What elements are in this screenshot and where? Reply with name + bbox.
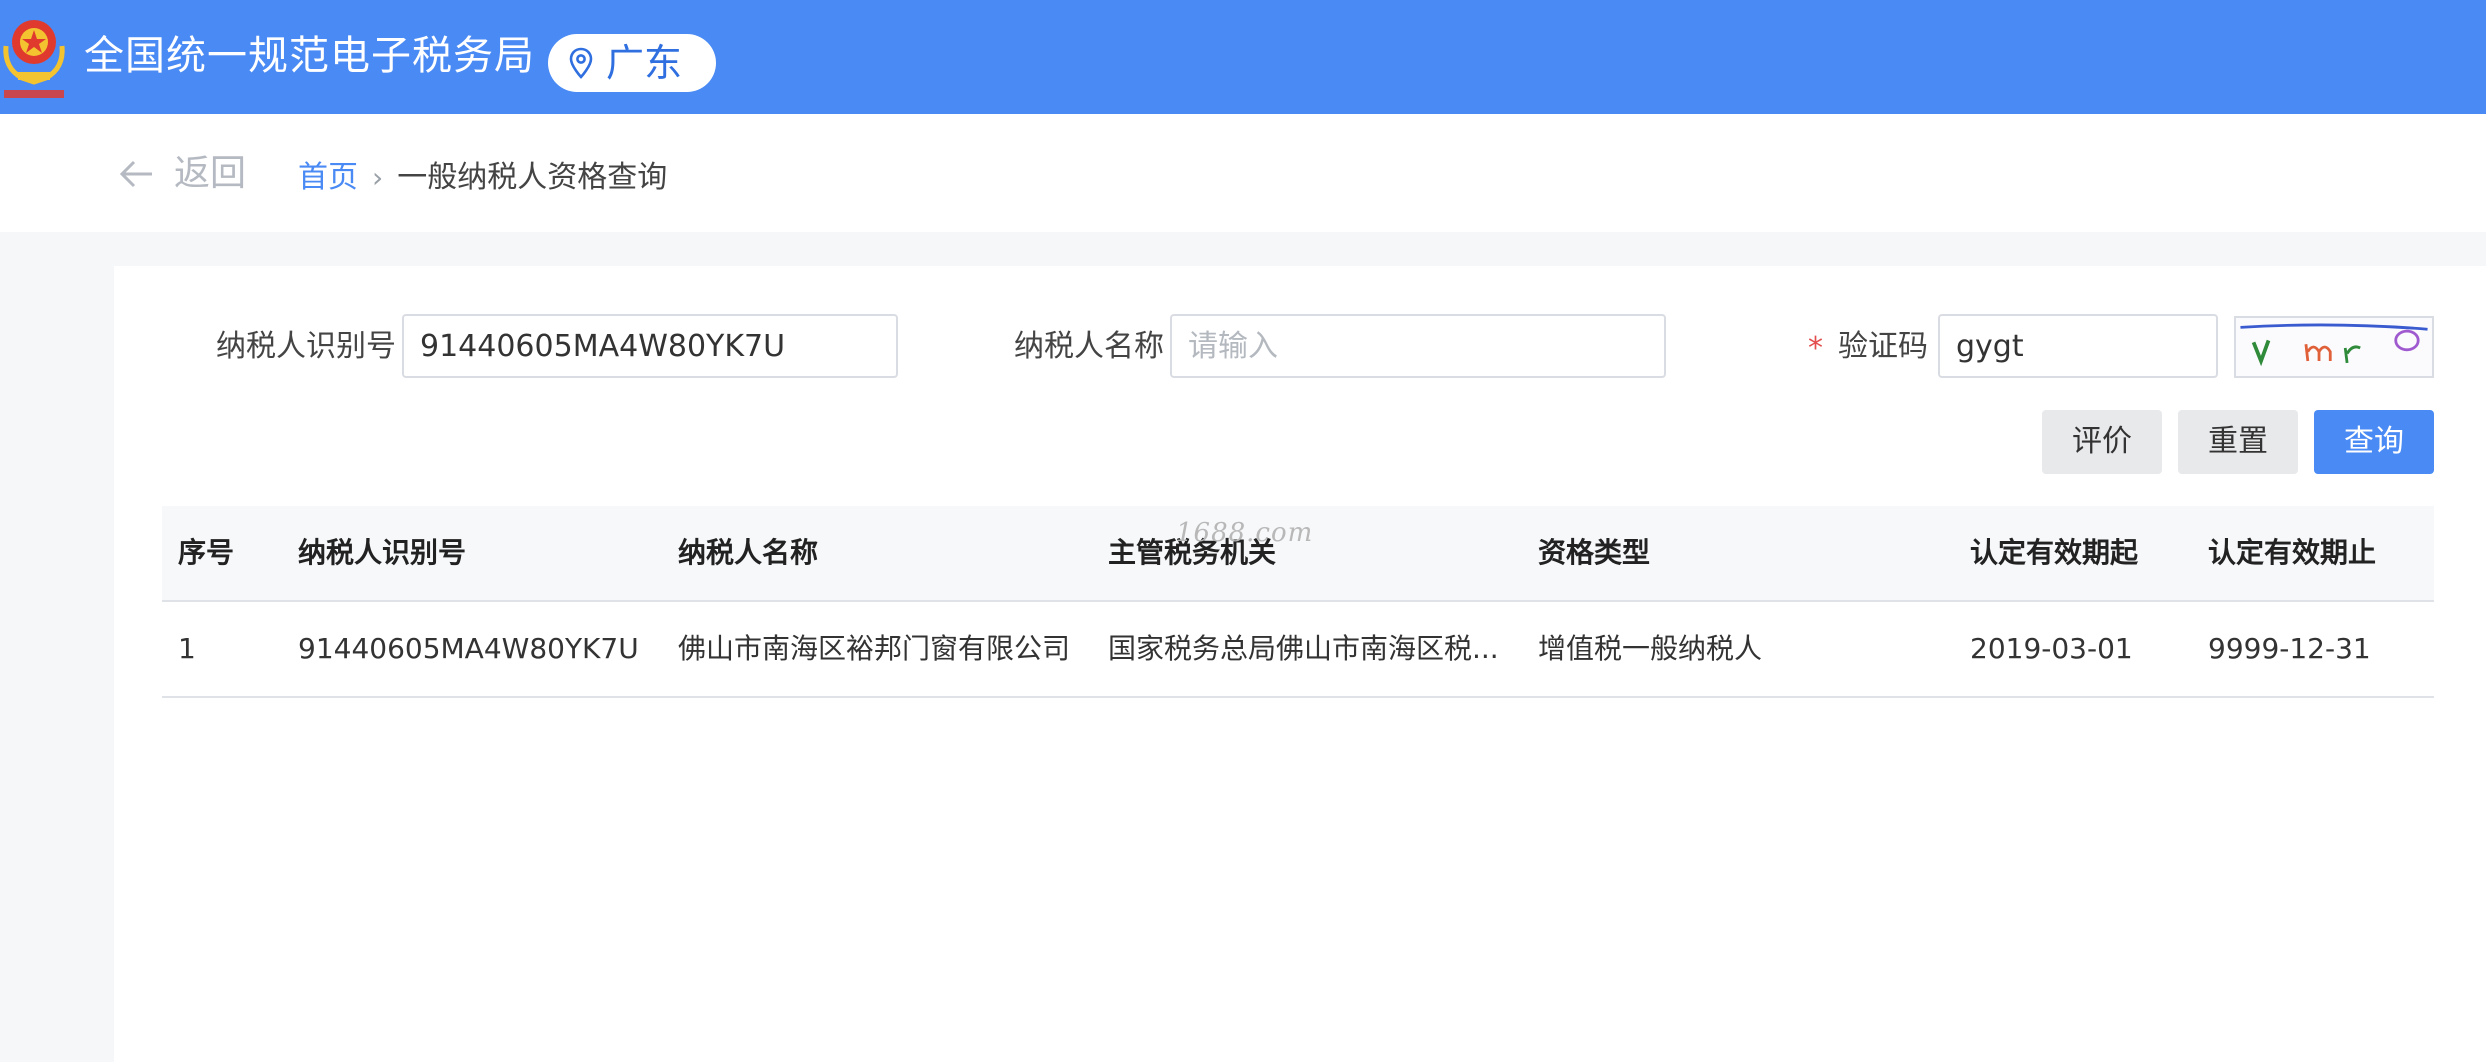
taxpayer-id-label: 纳税人识别号 bbox=[216, 329, 396, 364]
column-header: 纳税人名称 bbox=[678, 536, 819, 569]
table-row[interactable]: 1 91440605MA4W80YK7U 佛山市南海区裕邦门窗有限公司 国家税务… bbox=[162, 602, 2434, 698]
table-cell: 9999-12-31 bbox=[2208, 632, 2371, 665]
watermark: 1688.com bbox=[1176, 518, 1314, 548]
rate-button[interactable]: 评价 bbox=[2042, 410, 2162, 474]
table-cell: 1 bbox=[178, 632, 196, 665]
region-label: 广东 bbox=[606, 41, 683, 85]
national-emblem-icon bbox=[3, 20, 65, 98]
column-header: 认定有效期起 bbox=[1970, 536, 2139, 569]
back-label: 返回 bbox=[174, 153, 247, 194]
breadcrumb-current: 一般纳税人资格查询 bbox=[397, 160, 668, 195]
breadcrumb-bar: 返回 首页 › 一般纳税人资格查询 bbox=[0, 114, 2486, 232]
table-cell: 91440605MA4W80YK7U bbox=[298, 632, 639, 665]
captcha-label: 验证码 bbox=[1838, 329, 1928, 364]
required-mark: * bbox=[1808, 331, 1823, 366]
site-title: 全国统一规范电子税务局 bbox=[84, 33, 535, 79]
captcha-image[interactable] bbox=[2234, 316, 2434, 378]
taxpayer-name-label: 纳税人名称 bbox=[1014, 329, 1164, 364]
region-selector[interactable]: 广东 bbox=[548, 34, 716, 92]
back-button[interactable]: 返回 bbox=[116, 152, 246, 196]
column-header: 资格类型 bbox=[1538, 536, 1651, 569]
location-pin-icon bbox=[569, 47, 593, 79]
table-cell: 增值税一般纳税人 bbox=[1538, 632, 1763, 665]
chevron-right-icon: › bbox=[372, 161, 384, 194]
column-header: 序号 bbox=[178, 536, 235, 569]
arrow-left-icon bbox=[119, 160, 152, 188]
taxpayer-id-input[interactable] bbox=[402, 314, 898, 378]
column-header: 纳税人识别号 bbox=[298, 536, 467, 569]
taxpayer-name-input[interactable] bbox=[1170, 314, 1666, 378]
table-cell: 佛山市南海区裕邦门窗有限公司 bbox=[678, 632, 1071, 665]
breadcrumb-home-link[interactable]: 首页 bbox=[298, 158, 358, 198]
breadcrumb: 首页 › 一般纳税人资格查询 bbox=[298, 158, 667, 198]
captcha-input[interactable] bbox=[1938, 314, 2218, 378]
query-button[interactable]: 查询 bbox=[2314, 410, 2434, 474]
column-header: 认定有效期止 bbox=[2208, 536, 2377, 569]
table-cell: 国家税务总局佛山市南海区税... bbox=[1108, 632, 1499, 665]
top-header-bar: 全国统一规范电子税务局 广东 bbox=[0, 0, 2486, 114]
table-cell: 2019-03-01 bbox=[1970, 632, 2133, 665]
reset-button[interactable]: 重置 bbox=[2178, 410, 2298, 474]
